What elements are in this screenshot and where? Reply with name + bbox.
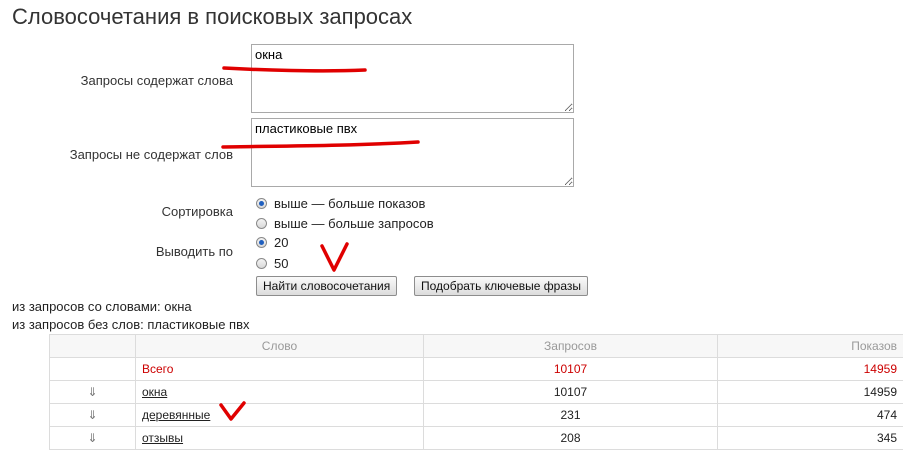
exclude-words-field[interactable]: пластиковые пвх <box>251 118 574 187</box>
radio-selected-icon[interactable] <box>256 236 267 248</box>
table-row: ⇓ деревянные 231 474 <box>49 403 903 427</box>
info-without-words: из запросов без слов: пластиковые пвх <box>12 317 250 332</box>
include-words-field[interactable]: окна <box>251 44 574 113</box>
sort-option-queries[interactable]: выше — больше запросов <box>256 214 434 232</box>
header-queries[interactable]: Запросов <box>423 334 718 358</box>
per-page-option-20[interactable]: 20 <box>256 233 288 251</box>
per-page-label: Выводить по <box>155 244 233 259</box>
table-header-row: Слово Запросов Показов <box>49 334 903 358</box>
row-queries: 10107 <box>423 380 718 404</box>
total-shows: 14959 <box>717 357 903 381</box>
row-shows: 14959 <box>717 380 903 404</box>
info-with-words: из запросов со словами: окна <box>12 299 192 314</box>
header-shows[interactable]: Показов <box>717 334 903 358</box>
header-word[interactable]: Слово <box>135 334 424 358</box>
per-page-option-20-label: 20 <box>274 234 289 250</box>
checkmark-icon <box>320 242 349 272</box>
exclude-words-label: Запросы не содержат слов <box>69 147 233 162</box>
find-phrases-button[interactable]: Найти словосочетания <box>256 276 398 296</box>
word-link[interactable]: деревянные <box>142 408 210 422</box>
row-shows: 474 <box>717 403 903 427</box>
row-shows: 345 <box>717 426 903 450</box>
total-arrow-cell <box>49 357 136 381</box>
radio-unselected-icon[interactable] <box>256 217 267 229</box>
page-title: Словосочетания в поисковых запросах <box>12 4 413 29</box>
sort-option-shows[interactable]: выше — больше показов <box>256 194 425 212</box>
sort-option-queries-label: выше — больше запросов <box>274 215 434 231</box>
table-row: ⇓ отзывы 208 345 <box>49 426 903 450</box>
table-row-total: Всего 10107 14959 <box>49 357 903 381</box>
table-row: ⇓ окна 10107 14959 <box>49 380 903 404</box>
sort-option-shows-label: выше — больше показов <box>274 195 426 211</box>
header-arrow <box>49 334 136 358</box>
drilldown-arrow-icon[interactable]: ⇓ <box>49 426 136 450</box>
total-queries: 10107 <box>423 357 718 381</box>
radio-selected-icon[interactable] <box>256 197 267 209</box>
total-word: Всего <box>135 357 424 381</box>
row-queries: 231 <box>423 403 718 427</box>
drilldown-arrow-icon[interactable]: ⇓ <box>49 380 136 404</box>
per-page-option-50[interactable]: 50 <box>256 254 288 272</box>
word-link[interactable]: окна <box>142 385 167 399</box>
keyphrases-button[interactable]: Подобрать ключевые фразы <box>414 276 589 296</box>
sort-label: Сортировка <box>161 204 233 219</box>
radio-unselected-icon[interactable] <box>256 257 267 269</box>
row-queries: 208 <box>423 426 718 450</box>
include-words-label: Запросы содержат слова <box>80 73 233 88</box>
results-table: Слово Запросов Показов Всего 10107 14959… <box>49 334 903 450</box>
per-page-option-50-label: 50 <box>274 255 289 271</box>
drilldown-arrow-icon[interactable]: ⇓ <box>49 403 136 427</box>
word-link[interactable]: отзывы <box>142 431 183 445</box>
